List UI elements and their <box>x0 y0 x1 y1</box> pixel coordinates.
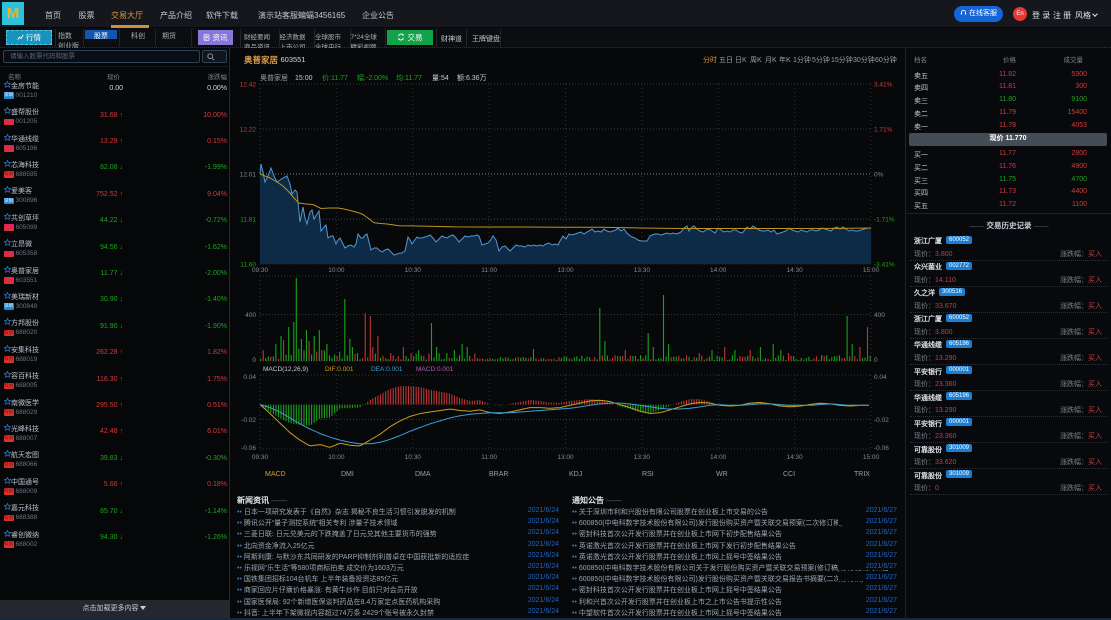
svg-text:14:30: 14:30 <box>786 454 803 461</box>
svg-text:13:00: 13:00 <box>557 267 574 274</box>
svg-text:量:54: 量:54 <box>432 74 449 82</box>
svg-text:15:00: 15:00 <box>863 454 880 461</box>
svg-text:15:00: 15:00 <box>863 267 880 274</box>
svg-text:奥普家居: 奥普家居 <box>260 73 288 82</box>
svg-text:09:30: 09:30 <box>252 267 269 274</box>
svg-text:12.22: 12.22 <box>240 127 257 134</box>
svg-text:-0.06: -0.06 <box>874 445 889 452</box>
svg-text:11:00: 11:00 <box>481 454 497 461</box>
svg-text:-1.71%: -1.71% <box>874 217 895 224</box>
svg-text:12.42: 12.42 <box>240 82 257 89</box>
svg-text:13:30: 13:30 <box>634 267 651 274</box>
svg-text:11.81: 11.81 <box>240 217 256 224</box>
svg-text:400: 400 <box>874 312 885 319</box>
svg-text:09:30: 09:30 <box>252 454 269 461</box>
svg-text:12.01: 12.01 <box>240 172 257 179</box>
svg-text:14:30: 14:30 <box>786 267 803 274</box>
svg-text:0: 0 <box>874 357 878 364</box>
svg-text:1.71%: 1.71% <box>874 127 893 134</box>
svg-text:14:00: 14:00 <box>710 454 727 461</box>
svg-text:价:11.77: 价:11.77 <box>322 74 348 82</box>
svg-text:10:30: 10:30 <box>405 454 422 461</box>
svg-text:-0.02: -0.02 <box>874 417 889 424</box>
svg-text:0.04: 0.04 <box>243 374 256 381</box>
svg-text:-0.02: -0.02 <box>241 417 256 424</box>
svg-text:0%: 0% <box>874 172 884 179</box>
svg-text:14:00: 14:00 <box>710 267 727 274</box>
svg-text:幅:-2.00%: 幅:-2.00% <box>357 73 388 82</box>
svg-text:10:30: 10:30 <box>405 267 422 274</box>
svg-text:13:00: 13:00 <box>557 454 574 461</box>
svg-text:400: 400 <box>245 312 256 319</box>
svg-text:11:00: 11:00 <box>481 267 497 274</box>
svg-text:0.04: 0.04 <box>874 374 887 381</box>
svg-text:额:6.36万: 额:6.36万 <box>457 73 487 82</box>
svg-text:15:00: 15:00 <box>295 75 313 82</box>
svg-text:均:11.77: 均:11.77 <box>396 73 422 82</box>
svg-text:3.41%: 3.41% <box>874 82 893 89</box>
svg-text:10:00: 10:00 <box>328 454 345 461</box>
svg-text:DEA:0.001: DEA:0.001 <box>371 366 403 373</box>
svg-text:MACD:0.001: MACD:0.001 <box>416 366 454 373</box>
svg-text:DIF:0.001: DIF:0.001 <box>325 366 354 373</box>
svg-text:10:00: 10:00 <box>328 267 345 274</box>
svg-text:MACD(12,26,9): MACD(12,26,9) <box>263 366 308 373</box>
svg-text:13:30: 13:30 <box>634 454 651 461</box>
svg-text:-0.06: -0.06 <box>241 445 256 452</box>
svg-text:0: 0 <box>252 357 256 364</box>
